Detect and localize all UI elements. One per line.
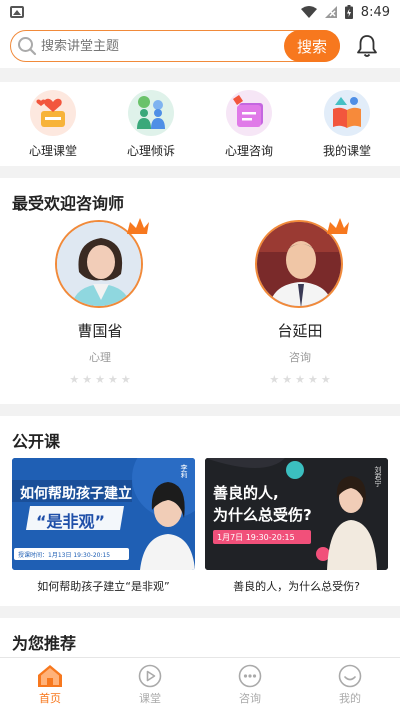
- expert-card[interactable]: 曹国省 心理 ★ ★ ★ ★ ★: [25, 218, 175, 404]
- smile-face-icon: [338, 664, 362, 687]
- star-icon: ★: [82, 373, 93, 386]
- expert-field: 咨询: [289, 351, 311, 364]
- no-signal-icon: [324, 6, 337, 18]
- tab-label: 首页: [39, 691, 61, 705]
- search-box[interactable]: 搜索: [10, 30, 340, 62]
- expert-avatar-wrap: [55, 218, 149, 310]
- status-right: 8:49: [300, 4, 390, 20]
- quick-nav-label: 心理倾诉: [126, 143, 175, 158]
- star-icon: ★: [69, 373, 80, 386]
- course-card[interactable]: 善良的人, 为什么总受伤? 1月7日 19:30-20:15 刘君宁 善良的人，…: [205, 458, 388, 606]
- heart-class-icon: [30, 89, 76, 136]
- status-left: [10, 6, 24, 18]
- experts-section-title: 最受欢迎咨询师: [12, 194, 125, 213]
- expert-card[interactable]: 台延田 咨询 ★ ★ ★ ★ ★: [225, 218, 375, 404]
- crown-badge-icon: [125, 216, 151, 240]
- expert-avatar-wrap: [255, 218, 349, 310]
- quick-nav-psych-talk[interactable]: 心理倾诉: [106, 89, 196, 159]
- course-thumbnail[interactable]: 善良的人, 为什么总受伤? 1月7日 19:30-20:15 刘君宁: [205, 458, 388, 570]
- course-title: 善良的人，为什么总受伤?: [233, 580, 360, 593]
- expert-rating: ★ ★ ★ ★ ★: [269, 373, 330, 386]
- quick-nav-label: 心理咨询: [224, 143, 273, 158]
- tab-classroom[interactable]: 课堂: [100, 658, 200, 711]
- crown-badge-icon: [325, 216, 351, 240]
- tab-label: 我的: [339, 691, 361, 705]
- home-icon: [38, 664, 62, 687]
- course-speaker: 刘君宁: [374, 466, 382, 487]
- expert-name: 台延田: [277, 322, 323, 340]
- quick-nav: 心理课堂 心理倾诉 心理咨询 我的课堂: [0, 82, 400, 166]
- star-icon: ★: [282, 373, 293, 386]
- star-icon: ★: [269, 373, 280, 386]
- course-banner-line2: 为什么总受伤?: [213, 506, 312, 524]
- expert-field: 心理: [89, 351, 111, 364]
- quick-nav-label: 心理课堂: [28, 143, 77, 158]
- search-input[interactable]: [41, 38, 271, 54]
- quick-nav-psych-class[interactable]: 心理课堂: [8, 89, 98, 159]
- courses-list: 如何帮助孩子建立 “是非观” 授课时间：1月13日 19:30-20:15 李莉…: [0, 454, 400, 606]
- expert-rating: ★ ★ ★ ★ ★: [69, 373, 130, 386]
- tab-label: 课堂: [139, 691, 161, 705]
- experts-list: 曹国省 心理 ★ ★ ★ ★ ★ 台延田 咨询 ★ ★ ★ ★ ★: [0, 216, 400, 404]
- tab-label: 咨询: [239, 691, 261, 705]
- status-bar: 8:49: [0, 0, 400, 24]
- course-banner-line2: “是非观”: [36, 512, 106, 531]
- course-thumbnail[interactable]: 如何帮助孩子建立 “是非观” 授课时间：1月13日 19:30-20:15 李莉: [12, 458, 195, 570]
- star-icon: ★: [320, 373, 331, 386]
- recommend-section-title: 为您推荐: [12, 634, 77, 653]
- tab-mine[interactable]: 我的: [300, 658, 400, 711]
- battery-charging-icon: [344, 5, 353, 19]
- star-icon: ★: [107, 373, 118, 386]
- consult-document-icon: [226, 89, 272, 136]
- tab-home[interactable]: 首页: [0, 658, 100, 711]
- experts-section: 最受欢迎咨询师 曹国省 心理 ★ ★ ★ ★ ★ 台延田 咨询 ★ ★ ★ ★ …: [0, 178, 400, 404]
- gallery-notification-icon: [10, 6, 24, 18]
- chat-dots-icon: [238, 664, 262, 687]
- my-class-book-icon: [324, 89, 370, 136]
- course-banner-time: 1月7日 19:30-20:15: [217, 533, 295, 542]
- courses-section: 公开课 如何帮助孩子建立 “是非观” 授课时间：1月13日 19:30-20:1…: [0, 416, 400, 606]
- course-title: 如何帮助孩子建立“是非观”: [37, 580, 170, 593]
- search-button[interactable]: 搜索: [284, 30, 340, 62]
- wifi-icon: [300, 6, 317, 18]
- quick-nav-label: 我的课堂: [322, 143, 371, 158]
- course-speaker: 李莉: [180, 464, 188, 478]
- course-banner-line1: 善良的人,: [213, 484, 279, 502]
- search-bar: 搜索: [0, 24, 400, 68]
- course-banner-time: 授课时间：1月13日 19:30-20:15: [18, 552, 111, 559]
- star-icon: ★: [307, 373, 318, 386]
- course-banner-line1: 如何帮助孩子建立: [20, 486, 132, 502]
- star-icon: ★: [95, 373, 105, 386]
- status-time: 8:49: [360, 4, 390, 20]
- quick-nav-my-class[interactable]: 我的课堂: [302, 89, 392, 159]
- courses-section-title: 公开课: [12, 432, 61, 451]
- people-talk-icon: [128, 89, 174, 136]
- course-card[interactable]: 如何帮助孩子建立 “是非观” 授课时间：1月13日 19:30-20:15 李莉…: [12, 458, 195, 606]
- star-icon: ★: [120, 373, 131, 386]
- expert-name: 曹国省: [77, 322, 123, 340]
- bottom-tab-bar: 首页 课堂 咨询 我的: [0, 657, 400, 711]
- star-icon: ★: [295, 373, 305, 386]
- quick-nav-psych-consult[interactable]: 心理咨询: [204, 89, 294, 159]
- tab-consult[interactable]: 咨询: [200, 658, 300, 711]
- search-icon: [17, 36, 37, 56]
- play-circle-icon: [138, 664, 162, 687]
- bell-icon[interactable]: [356, 34, 378, 58]
